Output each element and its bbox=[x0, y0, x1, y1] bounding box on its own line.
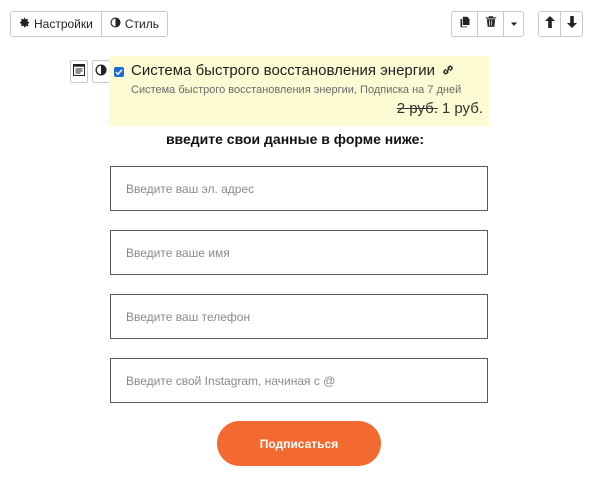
list-window-icon bbox=[73, 63, 85, 81]
contrast-icon bbox=[110, 17, 121, 31]
name-field[interactable] bbox=[110, 230, 488, 275]
delete-button[interactable] bbox=[477, 12, 503, 36]
product-title: Система быстрого восстановления энергии bbox=[131, 62, 454, 80]
phone-field[interactable] bbox=[110, 294, 488, 339]
trash-icon bbox=[485, 15, 497, 33]
new-price: 1 руб. bbox=[441, 100, 483, 117]
email-field[interactable] bbox=[110, 166, 488, 211]
element-actions-group bbox=[451, 11, 524, 37]
arrow-down-icon bbox=[566, 15, 577, 33]
move-group bbox=[538, 11, 583, 37]
form-heading: введите свои данные в форме ниже: bbox=[165, 131, 425, 147]
product-subtitle: Система быстрого восстановления энергии,… bbox=[131, 84, 462, 96]
old-price: 2 руб. bbox=[396, 100, 438, 117]
copy-icon bbox=[459, 15, 471, 33]
instagram-field[interactable] bbox=[110, 358, 488, 403]
move-up-button[interactable] bbox=[539, 12, 560, 36]
style-button[interactable]: Стиль bbox=[100, 12, 167, 36]
product-checkbox[interactable] bbox=[114, 67, 124, 77]
arrow-up-icon bbox=[544, 15, 555, 33]
subscribe-button[interactable]: Подписаться bbox=[217, 421, 381, 466]
style-label: Стиль bbox=[124, 17, 159, 31]
link-icon[interactable] bbox=[442, 63, 454, 80]
settings-button[interactable]: Настройки bbox=[11, 12, 101, 36]
gear-icon bbox=[19, 17, 30, 31]
caret-down-icon bbox=[510, 15, 518, 33]
settings-label: Настройки bbox=[34, 17, 93, 31]
settings-style-group: Настройки Стиль bbox=[10, 11, 168, 37]
contrast-icon bbox=[95, 63, 107, 81]
product-list-button[interactable] bbox=[70, 60, 88, 83]
more-dropdown-button[interactable] bbox=[503, 12, 523, 36]
move-down-button[interactable] bbox=[560, 12, 582, 36]
product-style-button[interactable] bbox=[92, 60, 110, 83]
product-price: 2 руб. 1 руб. bbox=[397, 100, 483, 117]
product-option: Система быстрого восстановления энергии … bbox=[109, 56, 489, 126]
copy-button[interactable] bbox=[452, 12, 477, 36]
